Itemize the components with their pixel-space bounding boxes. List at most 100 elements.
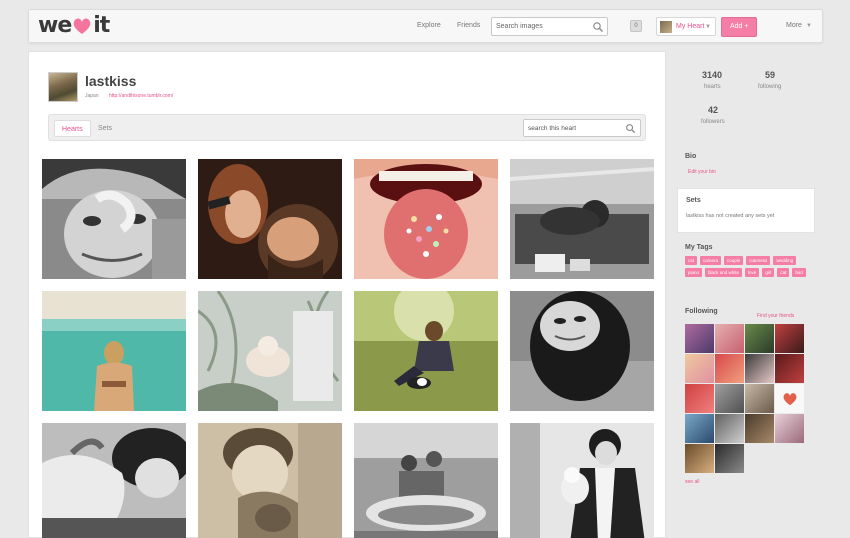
tag[interactable]: cat: [685, 256, 698, 265]
image-tile[interactable]: [354, 291, 498, 411]
followers-count[interactable]: 42: [708, 105, 718, 115]
sets-empty-text: lastkiss has not created any sets yet: [686, 213, 775, 219]
tag[interactable]: love: [745, 268, 760, 277]
see-all-link[interactable]: see all: [685, 479, 699, 485]
tab-sets[interactable]: Sets: [91, 120, 119, 137]
followers-label: followers: [701, 119, 725, 125]
notification-badge[interactable]: 0: [630, 20, 642, 32]
my-heart-button[interactable]: My Heart ▼: [656, 17, 716, 36]
photo-woman-hat: [42, 159, 186, 279]
profile-name: lastkiss: [85, 73, 137, 89]
avatar[interactable]: [685, 384, 714, 413]
photo-man-cat: [198, 423, 342, 538]
photo-kids-boat: [354, 423, 498, 538]
weheartit-logo[interactable]: we it: [38, 13, 110, 38]
image-tile[interactable]: [510, 159, 654, 279]
avatar[interactable]: [685, 414, 714, 443]
following-count[interactable]: 59: [765, 70, 775, 80]
search-icon[interactable]: [592, 21, 604, 33]
my-tags-heading: My Tags: [685, 244, 713, 251]
bio-heading: Bio: [685, 153, 697, 160]
image-tile[interactable]: [42, 291, 186, 411]
avatar[interactable]: [685, 354, 714, 383]
tab-hearts[interactable]: Hearts: [54, 120, 91, 137]
profile-avatar[interactable]: [48, 72, 78, 102]
add-label: Add +: [730, 23, 749, 30]
main-panel: lastkiss Japan http://andthisone.tumblr.…: [28, 51, 666, 538]
avatar[interactable]: [715, 384, 744, 413]
tag[interactable]: girl: [762, 268, 775, 277]
avatar[interactable]: [775, 414, 804, 443]
tag[interactable]: bird: [792, 268, 806, 277]
following-label: following: [758, 84, 782, 90]
chevron-down-icon: ▼: [705, 24, 711, 30]
more-menu[interactable]: More ▼: [786, 22, 812, 29]
profile-location: Japan: [85, 93, 99, 99]
top-bar: we it Explore Friends Search images 0 My…: [28, 9, 823, 43]
image-tile[interactable]: [198, 159, 342, 279]
more-label: More: [786, 22, 802, 29]
search-input[interactable]: Search images: [491, 17, 608, 36]
avatar[interactable]: [775, 384, 804, 413]
image-tile[interactable]: [42, 423, 186, 538]
tab-bar: Hearts Sets search this heart: [48, 114, 646, 141]
photo-cat-leaves: [198, 291, 342, 411]
avatar[interactable]: [745, 414, 774, 443]
add-button[interactable]: Add +: [721, 17, 757, 37]
photo-couple-singing: [198, 159, 342, 279]
logo-it: it: [93, 13, 110, 38]
tag[interactable]: black and white: [705, 268, 743, 277]
photo-upside-down-face: [510, 291, 654, 411]
nav-explore[interactable]: Explore: [417, 22, 441, 29]
avatar[interactable]: [715, 324, 744, 353]
sets-heading: Sets: [686, 197, 701, 204]
photo-couple-sofa: [510, 159, 654, 279]
photo-holding-hands: [42, 423, 186, 538]
image-tile[interactable]: [354, 423, 498, 538]
avatar[interactable]: [715, 414, 744, 443]
logo-we: we: [38, 13, 72, 38]
profile-website-link[interactable]: http://andthisone.tumblr.com/: [109, 93, 173, 99]
heart-search-placeholder: search this heart: [528, 125, 577, 132]
avatar[interactable]: [685, 444, 714, 473]
avatar[interactable]: [745, 384, 774, 413]
heart-search-input[interactable]: search this heart: [523, 119, 641, 137]
hearts-count[interactable]: 3140: [702, 70, 722, 80]
tag[interactable]: camera: [700, 256, 722, 265]
chevron-down-icon: ▼: [805, 23, 812, 29]
sidebar: 3140 hearts 59 following 42 followers Bi…: [677, 51, 823, 538]
heart-icon: [73, 18, 91, 34]
image-tile[interactable]: [510, 423, 654, 538]
tag-list: cat camera couple cuteness wedding piano…: [685, 256, 813, 277]
tag[interactable]: wedding: [773, 256, 797, 265]
avatar[interactable]: [745, 324, 774, 353]
avatar[interactable]: [715, 354, 744, 383]
avatar[interactable]: [715, 444, 744, 473]
avatar[interactable]: [745, 354, 774, 383]
avatar[interactable]: [775, 354, 804, 383]
image-tile[interactable]: [42, 159, 186, 279]
nav-friends[interactable]: Friends: [457, 22, 480, 29]
tag[interactable]: couple: [724, 256, 744, 265]
avatar[interactable]: [685, 324, 714, 353]
tag[interactable]: piano: [685, 268, 703, 277]
photo-man-baby: [510, 423, 654, 538]
hearts-label: hearts: [704, 84, 721, 90]
tag[interactable]: cat: [777, 268, 790, 277]
search-placeholder: Search images: [496, 23, 543, 30]
image-tile[interactable]: [198, 291, 342, 411]
tag[interactable]: cuteness: [746, 256, 771, 265]
my-heart-label: My Heart: [676, 23, 705, 30]
sets-box: Sets lastkiss has not created any sets y…: [677, 188, 815, 233]
image-tile[interactable]: [198, 423, 342, 538]
photo-tongue: [354, 159, 498, 279]
image-tile[interactable]: [354, 159, 498, 279]
search-icon[interactable]: [625, 123, 636, 134]
avatar[interactable]: [775, 324, 804, 353]
find-friends-link[interactable]: Find your friends: [757, 313, 794, 319]
edit-bio-link[interactable]: Edit your bio: [688, 169, 716, 175]
following-heading: Following: [685, 308, 718, 315]
heart-icon: [783, 392, 796, 405]
image-tile[interactable]: [510, 291, 654, 411]
user-avatar: [660, 21, 672, 33]
